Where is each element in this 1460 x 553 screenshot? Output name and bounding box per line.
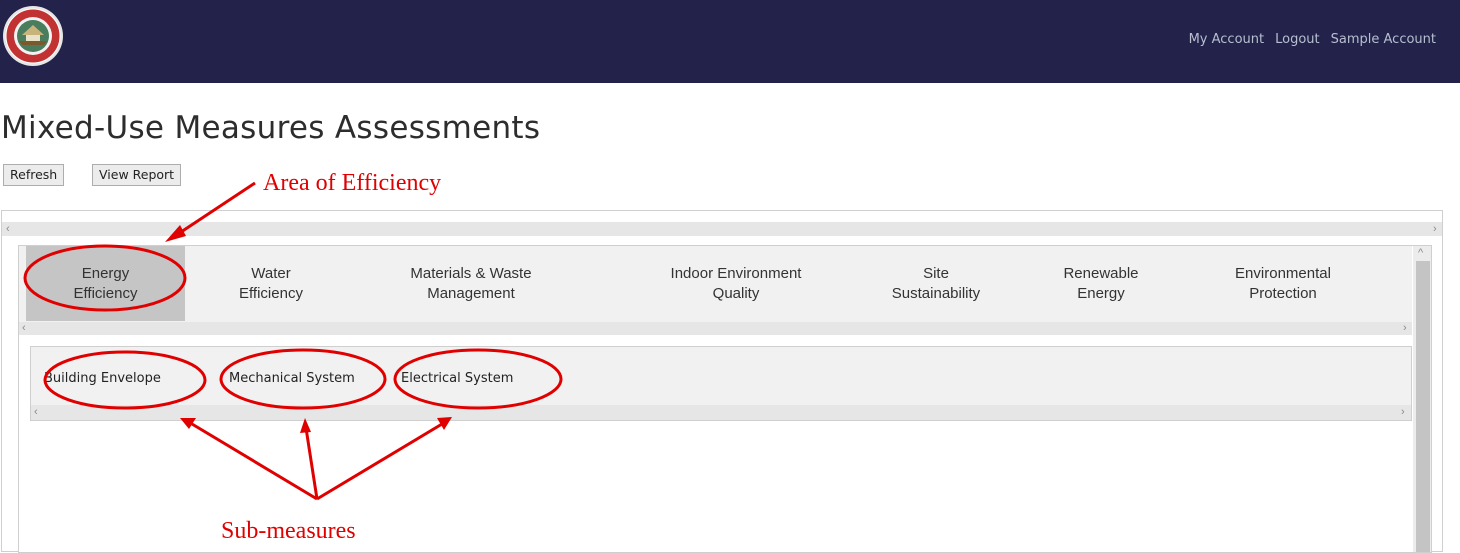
sample-account-link[interactable]: Sample Account bbox=[1331, 32, 1436, 47]
sub-scroll-left-arrow-icon[interactable]: ‹ bbox=[34, 407, 38, 418]
area-tab-strip: Energy Efficiency Water Efficiency Materia… bbox=[19, 246, 1412, 335]
tab-label-line1: Energy bbox=[81, 264, 130, 282]
refresh-button[interactable]: Refresh bbox=[3, 164, 65, 186]
tab-environmental-protection[interactable]: Environmental Protection bbox=[1203, 246, 1363, 321]
tab-label-line2: Energy bbox=[1077, 284, 1125, 302]
tab-label-line2: Protection bbox=[1249, 284, 1317, 302]
tab-scroll-right-arrow-icon[interactable]: › bbox=[1403, 323, 1407, 334]
tab-label-line2: Management bbox=[427, 284, 515, 302]
outer-scroll-right-arrow-icon[interactable]: › bbox=[1433, 224, 1437, 235]
view-report-button[interactable]: View Report bbox=[92, 164, 182, 186]
logout-link[interactable]: Logout bbox=[1275, 32, 1320, 47]
tab-energy-efficiency[interactable]: Energy Efficiency bbox=[26, 246, 185, 321]
assessment-panel: ‹ › Energy Efficiency Water Efficiency Mat… bbox=[1, 210, 1443, 553]
city-seal-logo[interactable] bbox=[2, 5, 64, 67]
subtab-electrical-system[interactable]: Electrical System bbox=[401, 371, 513, 386]
tab-label-line1: Site bbox=[923, 264, 949, 282]
page-title: Mixed-Use Measures Assessments bbox=[1, 110, 541, 146]
tab-indoor-environment[interactable]: Indoor Environment Quality bbox=[626, 246, 846, 321]
tab-label-line2: Quality bbox=[712, 284, 760, 302]
outer-scroll-left-arrow-icon[interactable]: ‹ bbox=[6, 224, 10, 235]
tab-scroll-left-arrow-icon[interactable]: ‹ bbox=[22, 323, 26, 334]
tab-site-sustainability[interactable]: Site Sustainability bbox=[871, 246, 1001, 321]
tab-renewable-energy[interactable]: Renewable Energy bbox=[1036, 246, 1166, 321]
my-account-link[interactable]: My Account bbox=[1189, 32, 1265, 47]
sub-measures-annotation: Sub-measures bbox=[221, 518, 356, 544]
tab-label-line1: Materials & Waste bbox=[410, 264, 532, 282]
measures-frame: Energy Efficiency Water Efficiency Materia… bbox=[18, 245, 1432, 553]
tab-label-line2: Sustainability bbox=[891, 284, 981, 302]
vertical-scroll-thumb[interactable] bbox=[1416, 261, 1430, 552]
subtab-mechanical-system[interactable]: Mechanical System bbox=[229, 371, 355, 386]
scroll-up-arrow-icon[interactable]: ^ bbox=[1418, 248, 1423, 259]
sub-measure-panel: Building Envelope Mechanical System Elec… bbox=[30, 346, 1412, 421]
tab-horizontal-scrollbar[interactable] bbox=[19, 322, 1412, 335]
sub-scroll-right-arrow-icon[interactable]: › bbox=[1401, 407, 1405, 418]
tab-label-line2: Efficiency bbox=[73, 284, 138, 302]
vertical-scrollbar[interactable]: ^ bbox=[1413, 246, 1431, 552]
area-of-efficiency-annotation: Area of Efficiency bbox=[263, 170, 442, 196]
tab-label-line1: Water bbox=[251, 264, 291, 282]
tab-label-line1: Renewable bbox=[1063, 264, 1139, 282]
tab-label-line1: Indoor Environment bbox=[670, 264, 802, 282]
top-horizontal-scrollbar[interactable] bbox=[2, 222, 1442, 236]
tab-label-line2: Efficiency bbox=[239, 284, 303, 302]
tab-water-efficiency[interactable]: Water Efficiency bbox=[196, 246, 346, 321]
top-navbar: My Account Logout Sample Account bbox=[0, 0, 1460, 83]
account-nav: My Account Logout Sample Account bbox=[1189, 32, 1436, 47]
tab-label-line1: Environmental bbox=[1235, 264, 1331, 282]
tab-materials-waste[interactable]: Materials & Waste Management bbox=[366, 246, 576, 321]
subtab-building-envelope[interactable]: Building Envelope bbox=[44, 371, 161, 386]
sub-horizontal-scrollbar[interactable] bbox=[31, 405, 1411, 420]
